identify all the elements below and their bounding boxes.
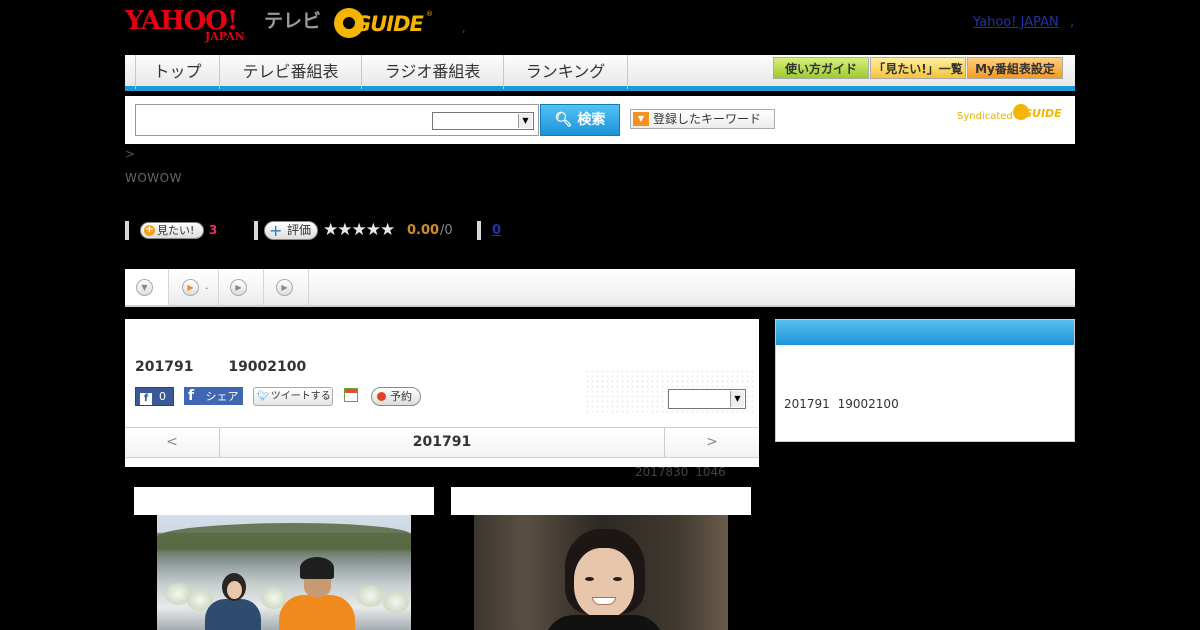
mitai-count: 3 <box>209 223 218 237</box>
calendar-add-icon[interactable] <box>344 388 358 402</box>
program-photo[interactable] <box>157 515 411 630</box>
facebook-like-button[interactable]: f0 <box>135 387 174 406</box>
my-program-settings-button[interactable]: My番組表設定 <box>967 57 1063 79</box>
photo-person-body <box>205 599 261 630</box>
yahoo-logo-subtext: JAPAN <box>205 30 245 43</box>
mitai-button[interactable]: + 見たい! <box>140 222 204 239</box>
rating-separator <box>125 221 129 240</box>
search-scope-select[interactable]: ▼ <box>432 112 534 130</box>
thumbnail-caption-bar <box>451 487 751 515</box>
photo-hill <box>157 523 411 549</box>
reservation-label: 予約 <box>390 390 412 403</box>
breadcrumb[interactable]: > <box>125 147 135 161</box>
program-photo[interactable] <box>474 515 728 630</box>
mitai-button-label: 見たい! <box>157 224 195 237</box>
registered-keywords-button[interactable]: ▼ 登録したキーワード <box>630 109 775 129</box>
tv-logo-label[interactable]: テレビ <box>264 6 321 33</box>
rating-count: /0 <box>440 223 453 238</box>
rating-separator <box>477 221 481 240</box>
photo-person-body <box>544 615 664 630</box>
reservation-button[interactable]: 予約 <box>371 387 421 406</box>
last-updated: 2017830 1046 <box>635 465 726 479</box>
review-count-link[interactable]: 0 <box>492 223 501 238</box>
thumbnail-caption-bar <box>134 487 434 515</box>
photo-person-face <box>574 548 634 618</box>
nav-item-top[interactable]: トップ <box>135 55 220 89</box>
photo-cabbage <box>383 591 409 613</box>
twitter-bird-icon: 🐦︎ <box>257 391 270 402</box>
chevron-down-icon: ▼ <box>518 114 532 128</box>
broadcast-datetime: 201791 19002100 <box>135 359 307 375</box>
global-nav: トップ テレビ番組表 ラジオ番組表 ランキング 使い方ガイド 「見たい!」一覧 … <box>125 55 1075 91</box>
program-main-panel: 201791 19002100 f0 f シェア 🐦︎ツイートする 予約 ▼ <… <box>125 319 759 467</box>
dropdown-triangle-icon: ▼ <box>633 112 649 126</box>
tweet-label: ツイートする <box>270 391 331 402</box>
tab-label: . <box>205 279 209 292</box>
record-dot-icon <box>377 392 386 401</box>
program-tabs: ▼ ▶ . ▶ ▶ <box>125 269 1075 307</box>
syndicated-gguide-text: GUIDE <box>1023 107 1062 120</box>
facebook-share-button[interactable]: f シェア <box>184 387 243 405</box>
search-button-label: 検索 <box>577 112 606 128</box>
tab-4[interactable]: ▶ <box>264 269 309 305</box>
photo-cabbage <box>357 585 383 607</box>
evaluate-button-label: 評価 <box>287 223 312 237</box>
plus-icon: + <box>144 224 155 236</box>
yahoo-japan-link-separator: , <box>1070 15 1075 30</box>
star-rating: ★★★★★ <box>323 220 395 240</box>
gguide-logo-text: GUIDE <box>354 12 424 36</box>
photo-person-body <box>279 595 355 630</box>
nav-item-tv-listings[interactable]: テレビ番組表 <box>220 55 362 89</box>
pager-next-button[interactable]: > <box>664 428 759 457</box>
play-icon: ▶ <box>276 279 293 296</box>
tweet-button[interactable]: 🐦︎ツイートする <box>253 387 333 406</box>
yahoo-japan-logo[interactable]: YAHOO! JAPAN <box>125 6 265 43</box>
date-pager: < 201791 > <box>125 427 759 458</box>
channel-name: WOWOW <box>125 171 182 185</box>
photo-person-eye <box>613 577 622 581</box>
gguide-registered-mark: ® <box>426 10 433 18</box>
search-icon: 🔍︎ <box>554 112 573 128</box>
nav-item-radio-listings[interactable]: ラジオ番組表 <box>362 55 504 89</box>
tab-program-info[interactable]: ▼ <box>125 269 169 305</box>
header-separator: , <box>462 22 466 35</box>
tab-3[interactable]: ▶ <box>219 269 264 305</box>
photo-person-cap <box>300 557 334 579</box>
side-broadcast-datetime: 201791 19002100 <box>784 397 899 411</box>
facebook-icon: f <box>140 393 152 405</box>
play-icon: ▶ <box>230 279 247 296</box>
tab-2[interactable]: ▶ . <box>169 269 219 305</box>
nav-item-ranking[interactable]: ランキング <box>504 55 628 89</box>
facebook-like-count: 0 <box>159 390 166 403</box>
mitai-list-button[interactable]: 「見たい!」一覧 <box>870 57 966 79</box>
play-icon: ▶ <box>182 279 199 296</box>
syndicated-label: Syndicated <box>957 111 1013 122</box>
yahoo-japan-link[interactable]: Yahoo! JAPAN <box>973 15 1059 30</box>
pager-current-date: 201791 <box>412 434 472 450</box>
rating-separator <box>254 221 258 240</box>
facebook-icon: f <box>188 388 195 404</box>
program-select[interactable]: ▼ <box>668 389 746 409</box>
pager-prev-button[interactable]: < <box>125 428 220 457</box>
gguide-logo[interactable]: GUIDE ® <box>334 6 434 40</box>
registered-keywords-label: 登録したキーワード <box>653 112 762 126</box>
usage-guide-button[interactable]: 使い方ガイド <box>773 57 869 79</box>
facebook-share-label: シェア <box>205 390 239 403</box>
photo-person-face <box>227 581 242 599</box>
plus-icon: + <box>269 221 283 240</box>
chevron-down-icon: ▼ <box>136 279 153 296</box>
side-panel-header <box>776 320 1074 345</box>
search-area: ▼ 🔍︎ 検索 ▼ 登録したキーワード Syndicated GUIDE <box>125 96 1075 144</box>
side-panel: 201791 19002100 <box>775 319 1075 442</box>
rating-score: 0.00 <box>407 223 440 238</box>
search-button[interactable]: 🔍︎ 検索 <box>540 104 620 136</box>
photo-person-eye <box>585 577 594 581</box>
evaluate-button[interactable]: + 評価 <box>264 221 318 240</box>
chevron-down-icon: ▼ <box>730 391 744 407</box>
